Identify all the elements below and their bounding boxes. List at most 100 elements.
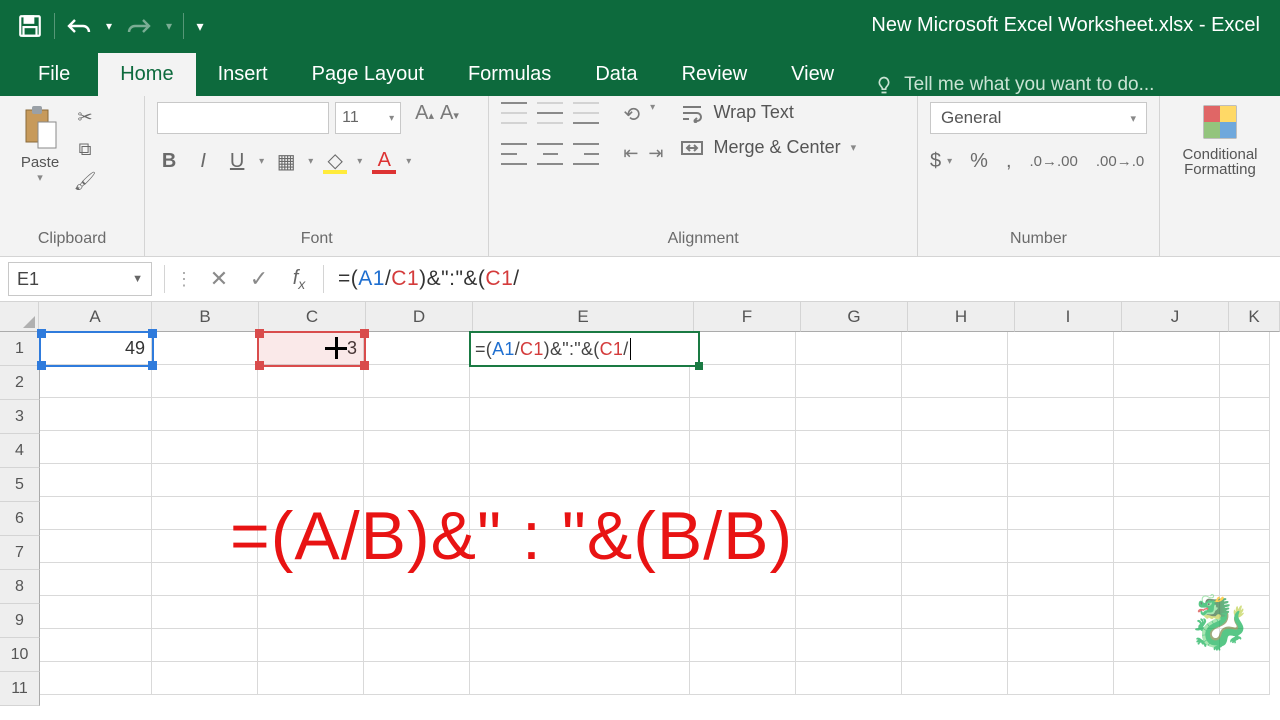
cell[interactable] [796,431,902,464]
decrease-decimal-icon[interactable]: .00→.0 [1096,153,1144,170]
align-middle-icon[interactable] [537,102,563,124]
cell[interactable] [1114,431,1220,464]
column-header[interactable]: I [1015,302,1122,332]
tab-view[interactable]: View [769,53,856,96]
conditional-formatting-button[interactable]: Conditional Formatting [1172,102,1268,178]
tell-me-search[interactable]: Tell me what you want to do... [874,74,1154,96]
cell[interactable] [902,596,1008,629]
font-name-dropdown[interactable] [157,102,329,134]
fill-color-icon[interactable]: ◇ [323,148,347,174]
cell[interactable] [796,365,902,398]
row-header[interactable]: 7 [0,536,40,570]
insert-function-icon[interactable]: fx [279,267,319,292]
cell[interactable] [470,464,690,497]
cell[interactable] [690,629,796,662]
row-header[interactable]: 4 [0,434,40,468]
cut-icon[interactable]: ✂ [72,104,98,130]
row-header[interactable]: 9 [0,604,40,638]
column-header[interactable]: K [1229,302,1280,332]
align-center-icon[interactable] [537,143,563,165]
decrease-font-icon[interactable]: A▾ [440,102,459,134]
cell[interactable] [364,629,470,662]
wrap-text-button[interactable]: Wrap Text [680,102,857,123]
cell[interactable] [40,464,152,497]
font-size-dropdown[interactable]: 11▾ [335,102,401,134]
cell[interactable]: 49 [40,332,152,365]
row-header[interactable]: 8 [0,570,40,604]
cell[interactable] [1114,365,1220,398]
cell[interactable] [796,332,902,365]
cell[interactable] [1114,464,1220,497]
percent-icon[interactable]: % [970,150,988,173]
number-format-dropdown[interactable]: General▾ [930,102,1147,134]
name-box[interactable]: E1▼ [8,262,152,296]
cell[interactable] [470,596,690,629]
enter-formula-icon[interactable]: ✓ [239,266,279,292]
align-top-icon[interactable] [501,102,527,124]
paste-button[interactable]: Paste ▾ [12,102,68,184]
cell[interactable] [1008,332,1114,365]
cell[interactable] [1008,431,1114,464]
qat-customize-icon[interactable]: ▾ [188,6,212,46]
cell[interactable] [258,629,364,662]
cell[interactable] [902,629,1008,662]
cell[interactable] [690,662,796,695]
tab-file[interactable]: File [10,53,98,96]
format-painter-icon[interactable]: 🖌 [72,168,98,194]
cell[interactable] [1220,365,1270,398]
cell[interactable] [796,464,902,497]
cell[interactable] [40,365,152,398]
cell[interactable] [152,662,258,695]
cell[interactable] [796,563,902,596]
tab-page-layout[interactable]: Page Layout [290,53,446,96]
cell[interactable] [690,365,796,398]
spreadsheet-grid[interactable]: ABCDEFGHIJK 1234567891011 493=(A1/C1)&":… [0,302,1280,706]
row-header[interactable]: 11 [0,672,40,706]
cell[interactable] [796,596,902,629]
cell[interactable] [40,629,152,662]
increase-decimal-icon[interactable]: .0→.00 [1030,153,1078,170]
cell[interactable] [258,431,364,464]
column-header[interactable]: B [152,302,259,332]
cell[interactable] [902,563,1008,596]
cell[interactable] [1114,332,1220,365]
cell[interactable] [902,662,1008,695]
align-left-icon[interactable] [501,143,527,165]
cell[interactable] [40,398,152,431]
cell[interactable] [1008,365,1114,398]
column-header[interactable]: A [39,302,152,332]
cell[interactable] [152,596,258,629]
cell[interactable] [1008,596,1114,629]
cell[interactable] [152,398,258,431]
cell[interactable] [258,365,364,398]
align-right-icon[interactable] [573,143,599,165]
cell[interactable] [796,662,902,695]
fill-handle[interactable] [695,362,703,370]
cell[interactable] [796,398,902,431]
cell[interactable] [1114,662,1220,695]
cell[interactable] [258,662,364,695]
cell[interactable] [258,596,364,629]
cell[interactable] [364,332,470,365]
cell[interactable] [690,431,796,464]
underline-button[interactable]: U [225,150,249,173]
cell[interactable] [1220,497,1270,530]
copy-icon[interactable]: ⧉ [72,136,98,162]
column-header[interactable]: H [908,302,1015,332]
cell[interactable] [364,596,470,629]
cell[interactable] [40,530,152,563]
column-header[interactable]: F [694,302,801,332]
cell[interactable] [364,365,470,398]
cell[interactable] [152,365,258,398]
cell[interactable] [470,398,690,431]
increase-indent-icon[interactable]: ⇥ [648,143,663,165]
increase-font-icon[interactable]: A▴ [415,102,434,134]
save-icon[interactable] [10,6,50,46]
cell[interactable] [902,332,1008,365]
select-all-button[interactable] [0,302,39,332]
expand-handle-icon[interactable]: ⋮ [169,269,199,290]
cell[interactable] [690,464,796,497]
cell[interactable] [902,464,1008,497]
cancel-formula-icon[interactable]: ✕ [199,266,239,292]
cell[interactable] [1008,398,1114,431]
